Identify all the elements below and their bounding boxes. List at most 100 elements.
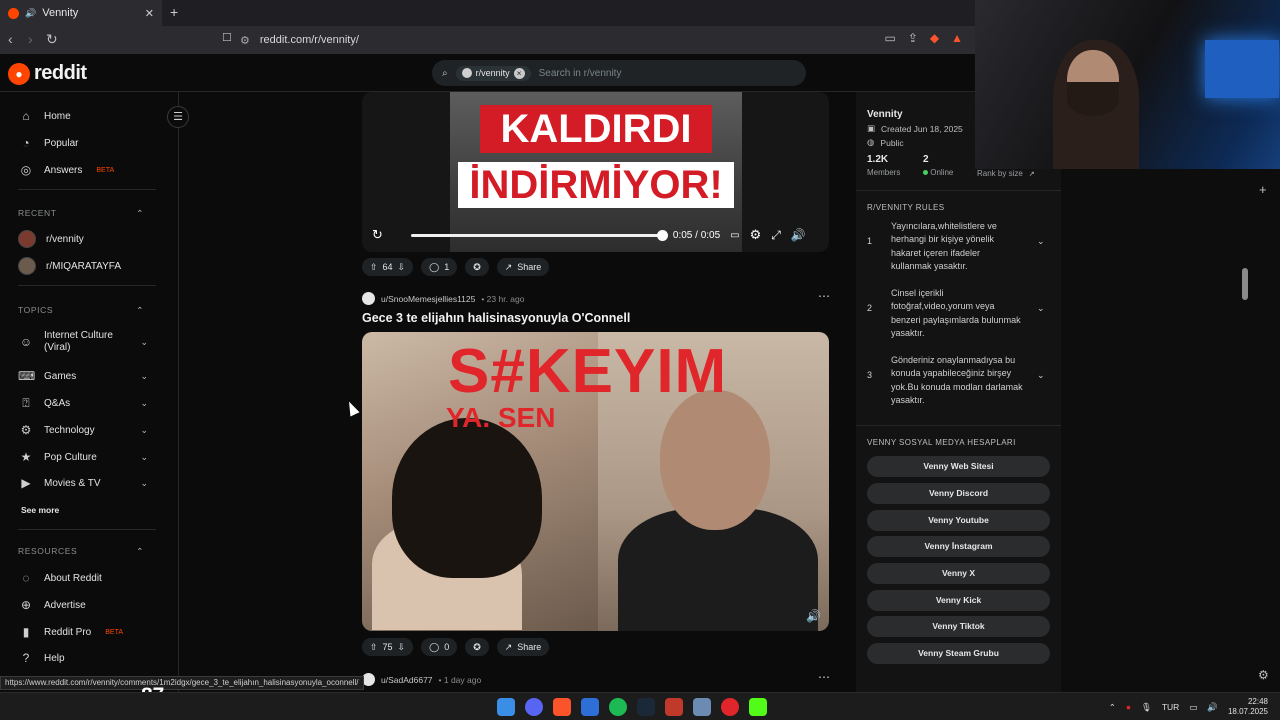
sidebar-item-help[interactable]: ? Help [18,651,148,665]
sidebar-item-popular[interactable]: ◔ Popular [18,136,148,150]
video-progress-bar[interactable] [410,229,668,241]
share-page-icon[interactable]: ⇪ [908,31,918,45]
downvote-icon[interactable]: ⇩ [398,642,406,653]
reload-icon[interactable]: ↻ [46,31,58,48]
sidebar-item-movies-tv[interactable]: ▶ Movies & TV ⌄ [18,476,148,490]
app-icon[interactable] [581,698,599,716]
clear-chip-icon[interactable]: × [513,67,525,79]
sidebar-item-internet-culture[interactable]: ☺ Internet Culture (Viral) ⌄ [18,330,148,354]
recent-section-header[interactable]: RECENT ⌃ [18,208,144,219]
search-input[interactable]: Search in r/vennity [539,68,622,79]
language-indicator[interactable]: TUR [1162,702,1179,712]
search-bar[interactable]: ⌕ r/vennity × Search in r/vennity [432,60,806,86]
sidebar-item-advertise[interactable]: ⊕ Advertise [18,598,148,612]
brave-icon[interactable] [553,698,571,716]
sidebar-item-label: Technology [44,424,95,436]
progress-knob[interactable] [656,229,668,241]
post-title[interactable]: Gece 3 te elijahın halisinasyonuyla O'Co… [362,311,630,325]
sidebar-item-miqaratayfa[interactable]: r/MIQARATAYFA [18,257,148,275]
forward-icon[interactable]: › [28,31,33,47]
rule-item[interactable]: 3 Gönderiniz onaylanmadıysa bu konuda ya… [867,354,1047,408]
comments-button[interactable]: ◯ 1 [421,258,458,276]
reddit-logo[interactable]: ● reddit [8,62,87,85]
social-link-button[interactable]: Venny Discord [867,483,1050,504]
social-link-button[interactable]: Venny İnstagram [867,536,1050,557]
screen-icon[interactable]: ▭ [884,31,895,45]
discord-icon[interactable] [525,698,543,716]
replay-icon[interactable]: ↻ [372,227,383,243]
microphone-icon[interactable]: 🎙 [1141,702,1152,713]
post-author[interactable]: u/SnooMemesjellies1125 [381,294,475,304]
fullscreen-icon[interactable]: ⤢ [771,228,781,243]
tray-app-icon[interactable]: ● [1126,702,1131,712]
rank-by-size-link[interactable]: Rank by size ↗ [977,169,1035,178]
more-options-icon[interactable]: ⋯ [818,670,830,684]
start-icon[interactable] [497,698,515,716]
app-icon[interactable] [665,698,683,716]
volume-icon[interactable]: 🔊 [791,228,806,242]
rule-item[interactable]: 1 Yayıncılara,whitelistlere ve herhangi … [867,220,1047,274]
volume-icon[interactable]: 🔊 [806,609,821,623]
share-button[interactable]: ↗ Share [496,258,550,276]
social-link-button[interactable]: Venny X [867,563,1050,584]
sidebar-item-answers[interactable]: ◎ Answers BETA [18,163,148,177]
scrollbar-thumb[interactable] [1242,268,1248,300]
comments-button[interactable]: ◯ 0 [421,638,458,656]
post2-video[interactable]: S#KEYIM YA. SEN 🔊 [362,332,829,631]
share-button[interactable]: ↗ Share [496,638,550,656]
downvote-icon[interactable]: ⇩ [398,262,406,273]
sidebar-item-home[interactable]: ⌂ Home [18,109,148,123]
app-icon[interactable] [693,698,711,716]
settings-gear-icon[interactable]: ⚙ [1258,668,1269,682]
settings-gear-icon[interactable]: ⚙ [750,227,762,243]
award-button[interactable]: ✪ [465,258,489,276]
bookmark-icon[interactable]: ☐ [222,31,232,44]
social-link-button[interactable]: Venny Youtube [867,510,1050,531]
sidebar-item-qas[interactable]: ⍰ Q&As ⌄ [18,396,148,411]
resources-section-header[interactable]: RESOURCES ⌃ [18,546,144,557]
spotify-icon[interactable] [609,698,627,716]
social-link-button[interactable]: Venny Steam Grubu [867,643,1050,664]
app-icon[interactable] [721,698,739,716]
rule-item[interactable]: 2 Cinsel içerikli fotoğraf,video,yorum v… [867,287,1047,341]
post-author[interactable]: u/SadAd6677 [381,675,433,685]
post1-video[interactable]: KALDIRDI İNDİRMİYOR! ↻ 0:05 / 0:05 ▭ ⚙ ⤢… [362,92,829,252]
community-chip[interactable]: r/vennity × [455,65,531,81]
chevron-up-icon[interactable]: ⌃ [1109,702,1116,713]
brave-rewards-icon[interactable]: ▲ [951,31,963,45]
social-link-button[interactable]: Venny Web Sitesi [867,456,1050,477]
volume-icon[interactable]: 🔊 [1207,702,1218,713]
sidebar-item-technology[interactable]: ⚙ Technology ⌄ [18,423,148,437]
video-banner-top: KALDIRDI [480,105,712,153]
sidebar-item-reddit-pro[interactable]: ▮ Reddit Pro BETA [18,625,148,639]
sidebar-item-vennity[interactable]: r/vennity [18,230,148,248]
scrollbar[interactable] [1240,169,1250,692]
upvote-icon[interactable]: ⇧ [370,642,378,653]
brave-shield-icon[interactable]: ◆ [930,31,939,45]
network-icon[interactable]: ▭ [1189,702,1197,713]
social-link-button[interactable]: Venny Kick [867,590,1050,611]
more-options-icon[interactable]: ⋯ [818,289,830,303]
address-bar[interactable]: ⚙ reddit.com/r/vennity/ [240,30,970,50]
close-tab-icon[interactable]: ✕ [145,7,154,20]
browser-tab[interactable]: 🔊 Vennity ✕ [0,0,162,26]
sidebar-item-games[interactable]: ⌨ Games ⌄ [18,369,148,383]
upvote-icon[interactable]: ⇧ [370,262,378,273]
social-link-button[interactable]: Venny Tiktok [867,616,1050,637]
site-info-icon[interactable]: ⚙ [240,34,250,47]
chevron-down-icon: ⌄ [1037,303,1045,313]
topics-section-header[interactable]: TOPICS ⌃ [18,305,144,316]
steam-icon[interactable] [637,698,655,716]
new-tab-icon[interactable]: + [170,4,178,20]
see-more-link[interactable]: See more [21,505,151,515]
back-icon[interactable]: ‹ [8,31,13,47]
clock[interactable]: 22:48 18.07.2025 [1228,697,1268,717]
plus-icon[interactable]: + [1259,182,1267,197]
chevron-down-icon: ⌄ [1037,236,1045,246]
captions-icon[interactable]: ▭ [730,230,739,241]
collapse-sidebar-button[interactable]: ☰ [167,106,189,128]
sidebar-item-about-reddit[interactable]: ◌ About Reddit [18,571,148,585]
kick-icon[interactable] [749,698,767,716]
award-button[interactable]: ✪ [465,638,489,656]
sidebar-item-pop-culture[interactable]: ★ Pop Culture ⌄ [18,450,148,464]
